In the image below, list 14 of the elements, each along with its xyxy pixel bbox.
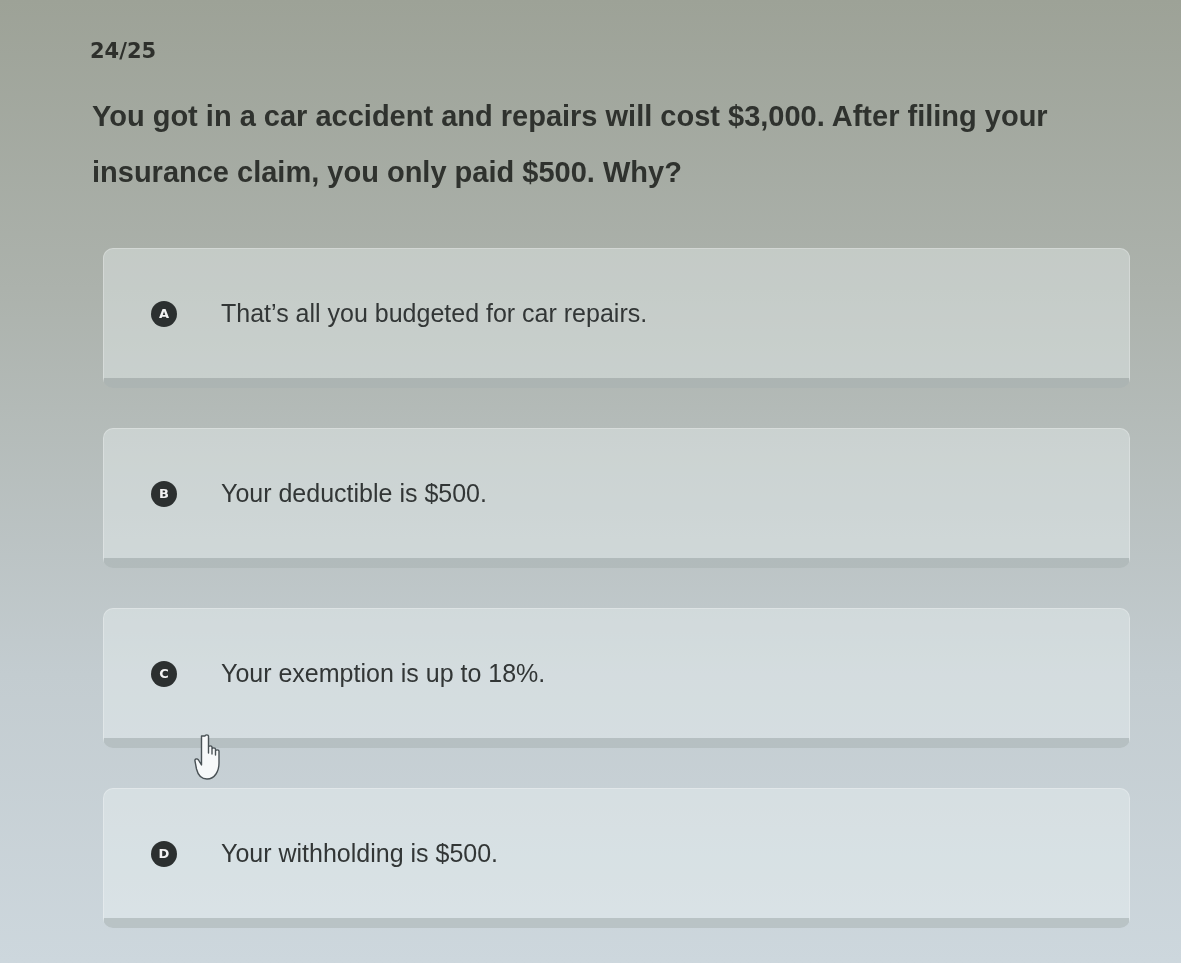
option-text: That’s all you budgeted for car repairs. [221, 299, 648, 328]
option-letter: D [151, 840, 177, 867]
question-text: You got in a car accident and repairs will cost $3,000. After filing your insurance claim, you only paid $500. Why? [92, 99, 1049, 190]
answer-option[interactable]: C Your exemption is up to 18%. [103, 608, 1130, 748]
option-letter: B [151, 480, 177, 507]
option-letter: C [151, 660, 177, 687]
answer-option[interactable]: B Your deductible is $500. [103, 428, 1130, 568]
question-counter: 24/25 [90, 38, 157, 65]
answer-option[interactable]: D Your withholding is $500. [103, 788, 1130, 928]
option-text: Your exemption is up to 18%. [221, 659, 546, 688]
option-letter: A [151, 300, 177, 327]
answer-option[interactable]: A That’s all you budgeted for car repairs. [103, 248, 1130, 388]
option-text: Your withholding is $500. [221, 839, 499, 868]
option-text: Your deductible is $500. [221, 479, 487, 508]
